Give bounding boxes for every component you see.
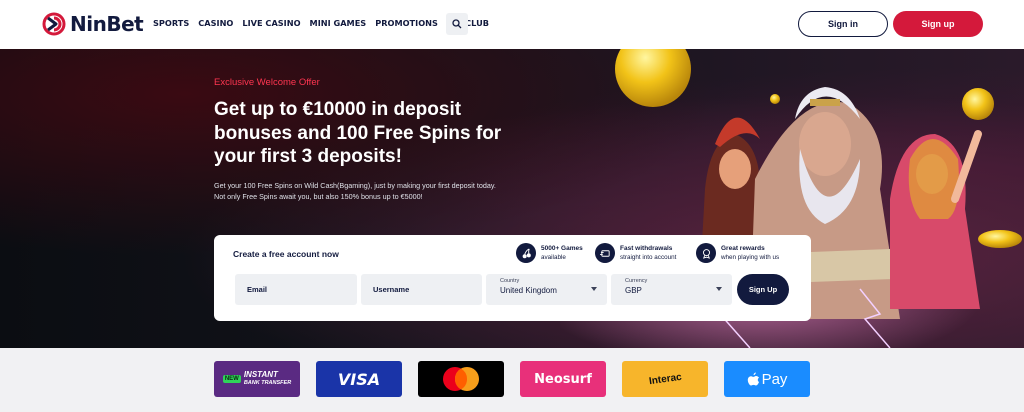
hero-title: Get up to €10000 in deposit bonuses and … <box>214 99 502 167</box>
hero-description: Get your 100 Free Spins on Wild Cash(Bga… <box>214 181 496 201</box>
username-label: Username <box>373 285 410 294</box>
signin-button[interactable]: Sign in <box>798 11 888 37</box>
fast-transfer-icon <box>595 243 615 263</box>
apple-pay-label: Pay <box>761 370 788 388</box>
nav-mini-games[interactable]: MINI GAMES <box>310 18 367 28</box>
feature-subtitle: when playing with us <box>721 254 780 261</box>
email-field[interactable]: Email <box>235 274 357 305</box>
form-signup-button[interactable]: Sign Up <box>737 274 789 305</box>
signup-form-card: Create a free account now 5000+ Games ava… <box>214 235 811 321</box>
search-button[interactable] <box>446 13 468 35</box>
chevron-down-icon <box>591 287 597 291</box>
payment-instant-bank-transfer[interactable]: NEW INSTANT BANK TRANSFER <box>214 361 300 397</box>
country-select[interactable]: Country United Kingdom <box>486 274 607 305</box>
ninbet-logo-icon <box>42 12 66 36</box>
currency-value: GBP <box>625 286 642 295</box>
reward-badge-icon <box>696 243 716 263</box>
new-badge: NEW <box>222 375 241 383</box>
bank-transfer-label: BANK TRANSFER <box>243 380 292 386</box>
feature-rewards: Great rewards when playing with us <box>696 243 779 263</box>
username-field[interactable]: Username <box>361 274 482 305</box>
brand-logo[interactable]: NinBet <box>42 12 144 36</box>
payment-apple-pay[interactable]: Pay <box>724 361 810 397</box>
mastercard-logo-icon <box>443 367 479 391</box>
chevron-down-icon <box>716 287 722 291</box>
visa-logo: VISA <box>337 369 381 389</box>
feature-title: Great rewards <box>721 245 765 252</box>
currency-select[interactable]: Currency GBP <box>611 274 732 305</box>
nav-promotions[interactable]: PROMOTIONS <box>375 18 438 28</box>
offer-tag: Exclusive Welcome Offer <box>214 77 320 88</box>
feature-subtitle: available <box>541 254 566 261</box>
payment-interac[interactable]: Interac <box>622 361 708 397</box>
country-value: United Kingdom <box>500 286 557 295</box>
brand-name: NinBet <box>70 12 144 36</box>
feature-withdrawals: Fast withdrawals straight into account <box>595 243 676 263</box>
nav-live-casino[interactable]: LIVE CASINO <box>242 18 300 28</box>
payment-methods-bar: NEW INSTANT BANK TRANSFER VISA Neosurf I… <box>0 348 1024 412</box>
email-label: Email <box>247 285 268 294</box>
feature-title: 5000+ Games <box>541 245 583 252</box>
signup-button[interactable]: Sign up <box>893 11 983 37</box>
nav-casino[interactable]: CASINO <box>198 18 233 28</box>
interac-logo: Interac <box>647 371 682 387</box>
feature-subtitle: straight into account <box>620 254 677 261</box>
cherries-icon <box>516 243 536 263</box>
site-header: NinBet SPORTS CASINO LIVE CASINO MINI GA… <box>0 0 1024 49</box>
country-caption: Country <box>500 278 520 284</box>
search-icon <box>452 19 462 29</box>
form-title: Create a free account now <box>233 249 339 259</box>
currency-caption: Currency <box>625 278 648 284</box>
nav-sports[interactable]: SPORTS <box>153 18 189 28</box>
instant-label: INSTANT <box>243 370 278 379</box>
neosurf-logo: Neosurf <box>534 371 592 387</box>
payment-visa[interactable]: VISA <box>316 361 402 397</box>
feature-games: 5000+ Games available <box>516 243 583 263</box>
apple-icon <box>747 372 759 385</box>
hero-banner: Exclusive Welcome Offer Get up to €10000… <box>0 49 1024 348</box>
payment-neosurf[interactable]: Neosurf <box>520 361 606 397</box>
payment-mastercard[interactable] <box>418 361 504 397</box>
feature-title: Fast withdrawals <box>620 245 673 252</box>
